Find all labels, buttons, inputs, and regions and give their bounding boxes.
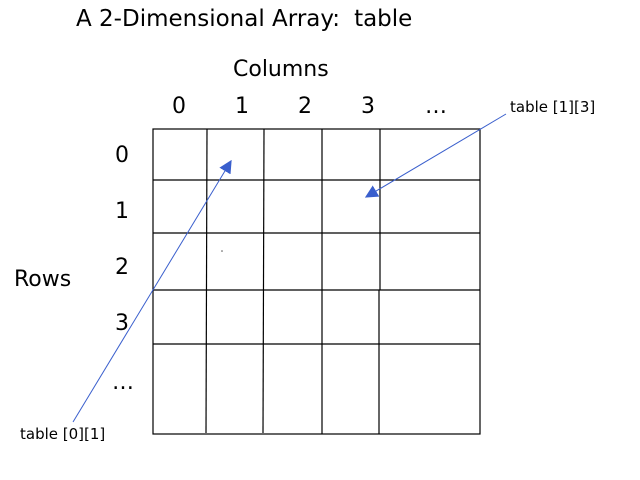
grid-column-divider	[262, 128, 265, 434]
array-grid	[72, 113, 507, 435]
grid-column-divider	[205, 128, 208, 434]
arrow-table-0-1	[72, 159, 232, 423]
grid-border	[152, 128, 481, 435]
stray-dot	[221, 250, 223, 252]
arrow-table-1-3	[364, 113, 507, 198]
